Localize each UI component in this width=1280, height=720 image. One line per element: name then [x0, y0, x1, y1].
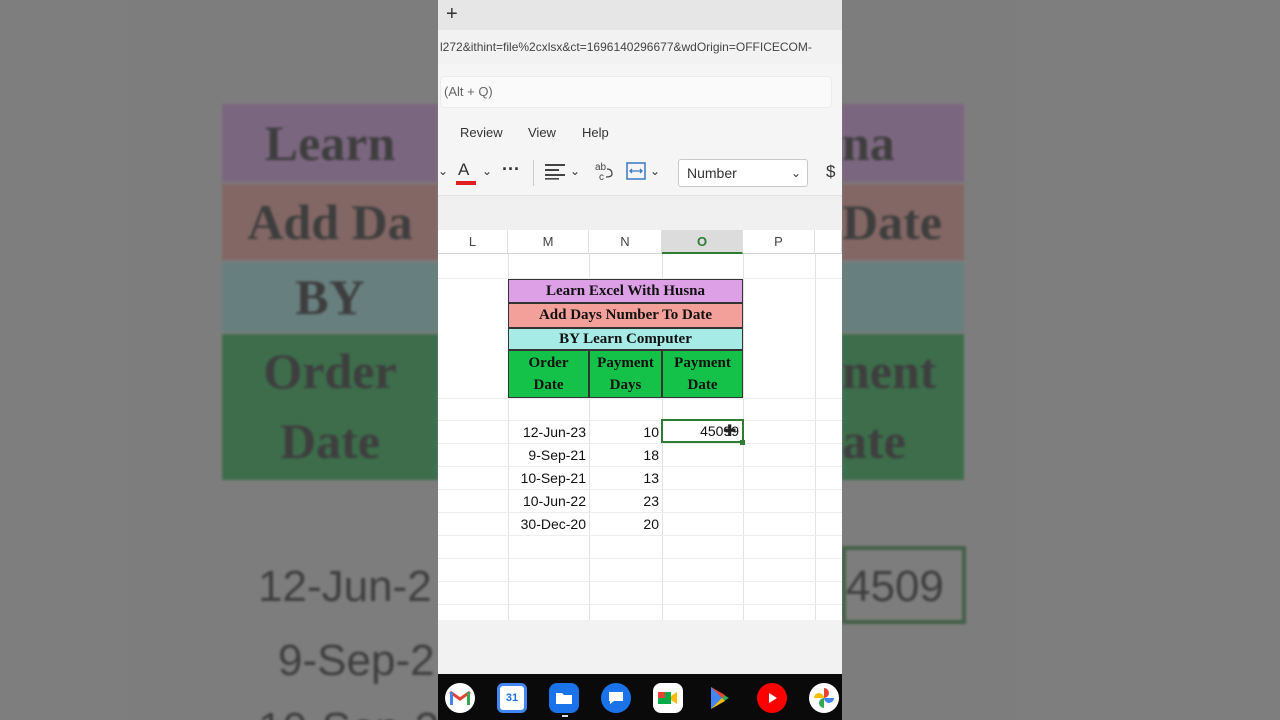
formula-bar-area	[438, 196, 842, 230]
header-payment-date-line2: Date	[687, 377, 718, 393]
menu-help[interactable]: Help	[582, 125, 609, 140]
header-payment-date[interactable]: Payment Date	[662, 350, 743, 398]
font-color-swatch	[456, 181, 476, 185]
credit-cell[interactable]: BY Learn Computer	[508, 328, 743, 350]
chevron-down-icon[interactable]: ⌄	[482, 164, 492, 178]
grid-line	[438, 558, 842, 559]
gmail-icon[interactable]	[445, 683, 475, 713]
grid-line	[438, 398, 842, 399]
chevron-down-icon[interactable]: ⌄	[650, 164, 660, 178]
grid-line	[815, 254, 816, 620]
order-date-cell[interactable]: 10-Sep-21	[508, 467, 589, 489]
search-row: (Alt + Q)	[438, 64, 842, 116]
payment-days-cell[interactable]: 20	[589, 513, 662, 535]
payment-days-cell[interactable]: 23	[589, 490, 662, 512]
spreadsheet-grid[interactable]: L M N O P Learn Excel With Husna Add Day…	[438, 230, 842, 620]
payment-date-cell[interactable]	[662, 490, 743, 512]
grid-line	[438, 581, 842, 582]
calendar-icon[interactable]: 31	[497, 683, 527, 713]
title-cell[interactable]: Learn Excel With Husna	[508, 279, 743, 303]
address-bar[interactable]: l272&ithint=file%2cxlsx&ct=1696140296677…	[438, 30, 842, 64]
payment-date-cell[interactable]	[662, 444, 743, 466]
column-header-n[interactable]: N	[589, 230, 662, 254]
crosshair-cursor-icon: ✚	[723, 423, 737, 440]
subtitle-cell[interactable]: Add Days Number To Date	[508, 303, 743, 328]
order-date-cell[interactable]: 30-Dec-20	[508, 513, 589, 535]
payment-days-cell[interactable]: 18	[589, 444, 662, 466]
number-format-value: Number	[687, 165, 737, 181]
wrap-text-icon[interactable]: ab c	[594, 160, 616, 185]
grid-line	[438, 604, 842, 605]
photos-icon[interactable]	[809, 683, 839, 713]
active-app-indicator	[562, 715, 568, 717]
sheet-bottom-area	[438, 620, 842, 674]
header-payment-days[interactable]: Payment Days	[589, 350, 662, 398]
play-store-icon[interactable]	[705, 683, 735, 713]
column-header-q[interactable]	[815, 230, 842, 254]
font-color-button[interactable]: A	[456, 160, 476, 185]
column-header-m[interactable]: M	[508, 230, 589, 254]
youtube-icon[interactable]	[757, 683, 787, 713]
screen: Learn Add Da BY Order Date na Date nent …	[0, 0, 1280, 720]
toolbar-divider	[533, 160, 534, 186]
order-date-cell[interactable]: 12-Jun-23	[508, 421, 589, 443]
column-header-l[interactable]: L	[438, 230, 508, 254]
header-order-date-line1: Order	[528, 355, 569, 371]
column-header-o[interactable]: O	[662, 230, 743, 254]
app-dock: 31	[438, 674, 842, 720]
messages-icon[interactable]	[601, 683, 631, 713]
payment-date-cell[interactable]	[662, 467, 743, 489]
payment-date-cell[interactable]	[662, 513, 743, 535]
header-order-date-line2: Date	[533, 377, 564, 393]
phone-screen: + l272&ithint=file%2cxlsx&ct=16961402966…	[438, 0, 842, 720]
payment-days-cell[interactable]: 10	[589, 421, 662, 443]
more-options-icon[interactable]: ···	[502, 159, 520, 180]
number-format-select[interactable]: Number ⌄	[678, 159, 808, 187]
meet-icon[interactable]	[653, 683, 683, 713]
payment-days-cell[interactable]: 13	[589, 467, 662, 489]
header-payment-date-line1: Payment	[674, 355, 731, 371]
column-header-p[interactable]: P	[743, 230, 815, 254]
chevron-down-icon[interactable]: ⌄	[570, 164, 580, 178]
ribbon-menu: Review View Help	[438, 116, 842, 150]
order-date-cell[interactable]: 10-Jun-22	[508, 490, 589, 512]
search-input[interactable]: (Alt + Q)	[440, 76, 832, 108]
header-payment-days-line2: Days	[609, 377, 642, 393]
align-icon[interactable]	[544, 162, 566, 184]
currency-button[interactable]: $	[826, 162, 835, 182]
ribbon-toolbar: ⌄ A ⌄ ··· ⌄ ab c ⌄ Number ⌄ $	[438, 150, 842, 196]
merge-cells-icon[interactable]	[626, 162, 646, 184]
new-tab-button[interactable]: +	[446, 3, 458, 26]
chevron-down-icon: ⌄	[790, 166, 801, 180]
menu-view[interactable]: View	[528, 125, 556, 140]
files-icon[interactable]	[549, 683, 579, 713]
svg-text:c: c	[599, 172, 604, 182]
menu-review[interactable]: Review	[460, 125, 503, 140]
font-color-label: A	[458, 160, 470, 179]
chevron-down-icon[interactable]: ⌄	[438, 164, 448, 178]
order-date-cell[interactable]: 9-Sep-21	[508, 444, 589, 466]
header-payment-days-line1: Payment	[597, 355, 654, 371]
header-order-date[interactable]: Order Date	[508, 350, 589, 398]
grid-line	[438, 535, 842, 536]
browser-tab-bar: +	[438, 0, 842, 30]
